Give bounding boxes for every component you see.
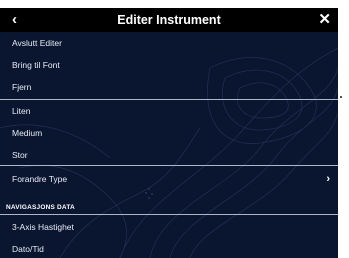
menu-item-label: Dato/Tid bbox=[12, 244, 44, 254]
menu-item-medium[interactable]: Medium bbox=[0, 122, 338, 144]
menu-item-dato-tid[interactable]: Dato/Tid bbox=[0, 238, 338, 258]
menu-item-forandre-type[interactable]: Forandre Type › bbox=[0, 168, 338, 190]
section-header-navigasjons-data: NAVIGASJONS DATA bbox=[6, 204, 75, 211]
menu-item-stor[interactable]: Stor bbox=[0, 144, 338, 166]
menu-item-fjern[interactable]: Fjern bbox=[0, 76, 338, 98]
menu-item-label: Bring til Font bbox=[12, 60, 60, 70]
menu-item-label: Fjern bbox=[12, 82, 32, 92]
chevron-right-icon: › bbox=[326, 173, 330, 185]
menu-item-label: Stor bbox=[12, 150, 28, 160]
menu-item-bring-til-font[interactable]: Bring til Font bbox=[0, 54, 338, 76]
edge-mark bbox=[340, 96, 342, 98]
menu-item-avslutt-editer[interactable]: Avslutt Editer bbox=[0, 32, 338, 54]
menu-item-label: Liten bbox=[12, 106, 31, 116]
separator bbox=[0, 214, 338, 215]
menu-item-label: Avslutt Editer bbox=[12, 38, 62, 48]
close-icon[interactable]: ✕ bbox=[318, 9, 331, 31]
page-title: Editer Instrument bbox=[117, 13, 221, 27]
edit-instrument-panel: ‹ Editer Instrument ✕ Avslutt Editer Bri… bbox=[0, 8, 338, 258]
title-bar: ‹ Editer Instrument ✕ bbox=[0, 8, 338, 32]
menu-item-liten[interactable]: Liten bbox=[0, 100, 338, 122]
menu-item-label: Medium bbox=[12, 128, 43, 138]
menu-item-label: Forandre Type bbox=[12, 174, 68, 184]
menu-item-3-axis-hastighet[interactable]: 3-Axis Hastighet bbox=[0, 216, 338, 238]
menu-item-label: 3-Axis Hastighet bbox=[12, 222, 74, 232]
separator bbox=[0, 165, 338, 166]
screenshot-frame: ‹ Editer Instrument ✕ Avslutt Editer Bri… bbox=[0, 0, 349, 258]
